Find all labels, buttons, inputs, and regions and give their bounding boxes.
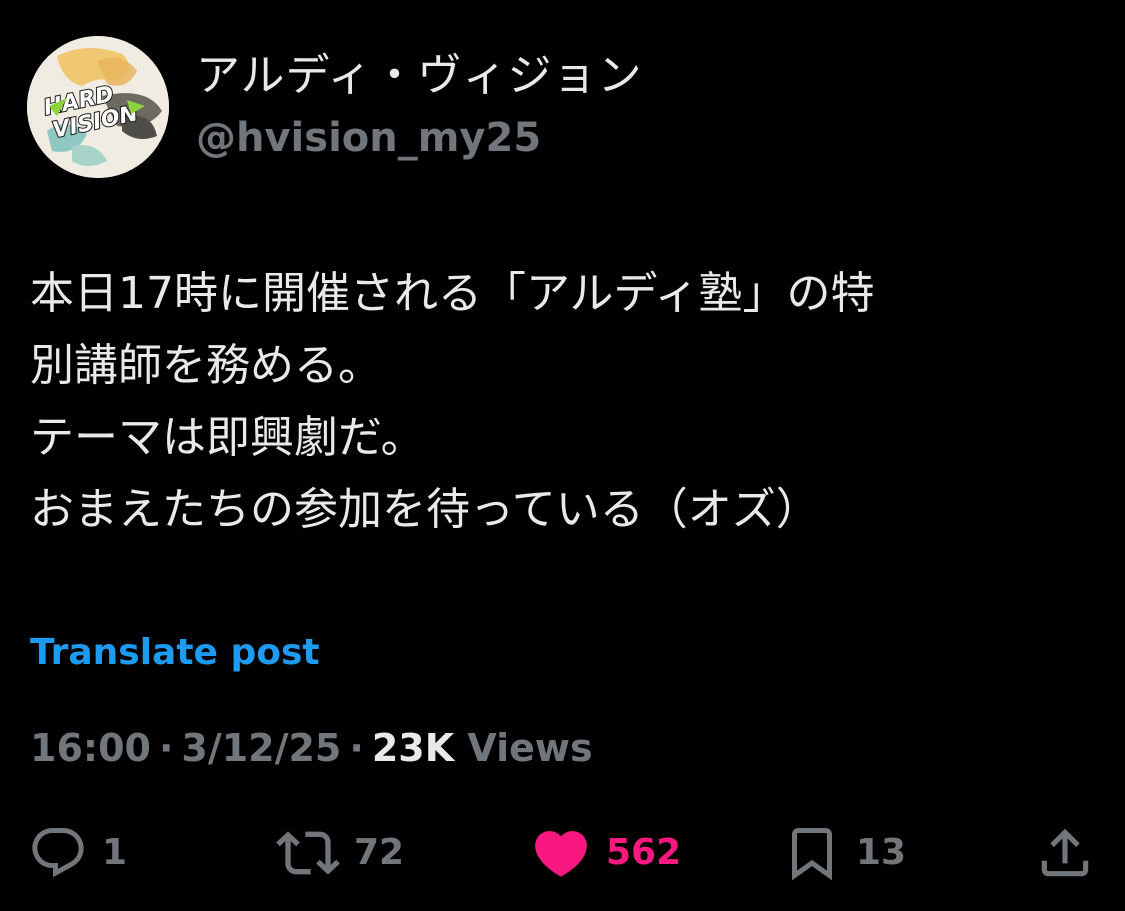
share-button[interactable] xyxy=(1034,818,1096,888)
views-count: 23K xyxy=(371,726,455,770)
post-line: 別講師を務める。 xyxy=(30,340,382,391)
share-icon xyxy=(1041,828,1089,877)
like-count: 562 xyxy=(606,832,682,873)
like-button[interactable]: 562 xyxy=(530,818,681,888)
post-time[interactable]: 16:00 xyxy=(30,726,151,770)
post-date[interactable]: 3/12/25 xyxy=(181,726,341,770)
avatar-logo: HARD VISION xyxy=(27,36,169,178)
avatar[interactable]: HARD VISION xyxy=(27,36,169,178)
bookmark-button[interactable]: 13 xyxy=(782,818,906,888)
action-bar: 1 72 562 13 xyxy=(0,818,1125,888)
post-text: 本日17時に開催される「アルディ塾」の特 別講師を務める。 テーマは即興劇だ。 … xyxy=(30,258,1100,546)
post-meta: 16:00 · 3/12/25 · 23K Views xyxy=(30,722,593,774)
bookmark-count: 13 xyxy=(856,832,907,873)
post-line: テーマは即興劇だ。 xyxy=(30,412,425,463)
display-name[interactable]: アルディ・ヴィジョン xyxy=(196,48,642,104)
meta-separator: · xyxy=(158,726,174,770)
bookmark-icon xyxy=(792,828,832,881)
repost-icon xyxy=(276,831,340,875)
user-handle[interactable]: @hvision_my25 xyxy=(196,112,541,164)
meta-separator: · xyxy=(349,726,364,770)
views-label: Views xyxy=(467,726,593,770)
post-line: おまえたちの参加を待っている（オズ） xyxy=(30,484,820,535)
reply-count: 1 xyxy=(102,832,128,873)
reply-button[interactable]: 1 xyxy=(28,818,127,888)
reply-icon xyxy=(32,828,84,878)
post-line: 本日17時に開催される「アルディ塾」の特 xyxy=(30,268,875,319)
translate-post-link[interactable]: Translate post xyxy=(30,628,320,678)
heart-icon xyxy=(535,831,587,877)
repost-count: 72 xyxy=(354,832,405,873)
repost-button[interactable]: 72 xyxy=(276,818,404,888)
